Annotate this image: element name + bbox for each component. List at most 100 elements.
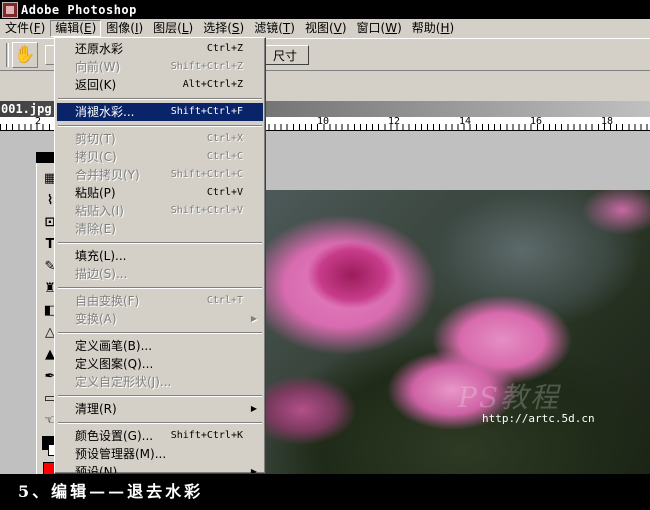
document-title: 001.jpg <box>1 102 52 116</box>
menu-separator <box>57 328 263 337</box>
tutorial-caption: 5、编辑——退去水彩 <box>0 474 650 510</box>
menu-label: 图像( <box>106 21 135 35</box>
menu-label-end: ) <box>188 21 194 35</box>
submenu-arrow-icon: ▶ <box>250 404 257 413</box>
menu-separator <box>57 94 263 103</box>
watermark-text: PS教程 <box>458 381 561 414</box>
size-button[interactable]: 尺寸 <box>261 45 309 65</box>
edit-menu-item[interactable]: 定义画笔(B)... <box>57 337 263 355</box>
menu-mnemonic: E <box>83 21 92 35</box>
edit-menu-item[interactable]: 清理(R) ▶ <box>57 400 263 418</box>
watermark-url: http://artc.5d.cn <box>482 412 595 425</box>
menu-label-end: ) <box>91 21 97 35</box>
edit-menu-item[interactable]: 消褪水彩... Shift+Ctrl+F <box>57 103 263 121</box>
menu-s[interactable]: 选择(S) <box>198 20 249 37</box>
edit-menu-item[interactable]: 预设(N) ▶ <box>57 463 263 474</box>
menu-item-shortcut: Shift+Ctrl+C <box>170 169 243 180</box>
edit-menu-item: 描边(S)... <box>57 265 263 283</box>
edit-menu-item[interactable]: 填充(L)... <box>57 247 263 265</box>
edit-menu-item: 粘贴入(I) Shift+Ctrl+V <box>57 202 263 220</box>
menu-item-label: 剪切(T) <box>75 132 116 146</box>
menu-item-label: 变换(A) <box>75 312 117 326</box>
menu-item-label: 合并拷贝(Y) <box>75 168 140 182</box>
menu-item-shortcut: Shift+Ctrl+V <box>170 205 243 216</box>
menu-item-label: 预设(N) <box>75 465 118 474</box>
edit-menu-item: 清除(E) <box>57 220 263 238</box>
menu-label: 编辑( <box>55 21 84 35</box>
menu-item-label: 向前(W) <box>75 60 121 74</box>
menu-item-shortcut: Alt+Ctrl+Z <box>182 79 243 90</box>
ruler-number: 10 <box>317 117 330 127</box>
menu-item-label: 填充(L)... <box>75 249 127 263</box>
menu-item-label: 清除(E) <box>75 222 116 236</box>
menu-label-end: ) <box>397 21 402 35</box>
menu-mnemonic: L <box>181 21 189 35</box>
edit-menu-item: 合并拷贝(Y) Shift+Ctrl+C <box>57 166 263 184</box>
menu-item-shortcut: Shift+Ctrl+Z <box>170 61 243 72</box>
edit-menu-item[interactable]: 返回(K) Alt+Ctrl+Z <box>57 76 263 94</box>
menu-t[interactable]: 滤镜(T) <box>249 20 300 37</box>
menu-item-label: 自由变换(F) <box>75 294 140 308</box>
edit-menu-item: 定义自定形状(J)... <box>57 373 263 391</box>
menu-label-end: ) <box>290 21 295 35</box>
edit-menu-item: 拷贝(C) Ctrl+C <box>57 148 263 166</box>
submenu-arrow-icon: ▶ <box>250 467 257 474</box>
menu-label: 窗口( <box>356 21 386 35</box>
ruler-number: 16 <box>530 117 543 127</box>
menu-item-shortcut: Ctrl+V <box>206 187 243 198</box>
menu-item-label: 粘贴(P) <box>75 186 116 200</box>
menu-item-label: 清理(R) <box>75 402 117 416</box>
menu-item-label: 预设管理器(M)... <box>75 447 167 461</box>
menu-item-shortcut: Ctrl+T <box>206 295 243 306</box>
ruler-number: 18 <box>601 117 614 127</box>
menu-item-label: 颜色设置(G)... <box>75 429 154 443</box>
menu-item-shortcut: Ctrl+X <box>206 133 243 144</box>
menu-bar: 文件(F) 编辑(E) 图像(I) 图层(L) 选择(S) 滤镜(T) 视图(V) 窗口(W)… <box>0 19 650 38</box>
menu-item-label: 定义图案(Q)... <box>75 357 154 371</box>
menu-w[interactable]: 窗口(W) <box>352 20 407 37</box>
window-title: Adobe Photoshop <box>21 2 137 17</box>
edit-menu-item[interactable]: 粘贴(P) Ctrl+V <box>57 184 263 202</box>
menu-separator <box>57 238 263 247</box>
menu-label-end: ) <box>138 21 144 35</box>
menu-e[interactable]: 编辑(E) <box>50 20 102 37</box>
submenu-arrow-icon: ▶ <box>250 314 257 323</box>
menu-item-shortcut: Shift+Ctrl+K <box>170 430 243 441</box>
menu-label: 图层( <box>153 21 182 35</box>
edit-menu-item: 自由变换(F) Ctrl+T <box>57 292 263 310</box>
menu-mnemonic: W <box>385 21 398 35</box>
canvas-image[interactable]: PS教程 http://artc.5d.cn <box>262 190 650 474</box>
title-bar: Adobe Photoshop <box>0 0 650 19</box>
edit-menu-item[interactable]: 预设管理器(M)... <box>57 445 263 463</box>
menu-label-end: ) <box>341 21 347 35</box>
menu-v[interactable]: 视图(V) <box>300 20 352 37</box>
menu-item-label: 定义画笔(B)... <box>75 339 153 353</box>
menu-i[interactable]: 图像(I) <box>101 20 148 37</box>
menu-f[interactable]: 文件(F) <box>0 20 50 37</box>
menu-label: 选择( <box>203 21 232 35</box>
edit-menu-item[interactable]: 颜色设置(G)... Shift+Ctrl+K <box>57 427 263 445</box>
menu-item-label: 消褪水彩... <box>75 105 135 119</box>
menu-label: 文件( <box>5 21 34 35</box>
photoshop-app-icon <box>2 1 18 18</box>
menu-item-shortcut: Ctrl+C <box>206 151 243 162</box>
menu-item-label: 拷贝(C) <box>75 150 117 164</box>
menu-label: 滤镜( <box>254 21 283 35</box>
menu-mnemonic: S <box>231 21 240 35</box>
menu-item-shortcut: Shift+Ctrl+F <box>170 106 243 117</box>
menu-separator <box>57 391 263 400</box>
menu-h[interactable]: 帮助(H) <box>407 20 459 37</box>
menu-mnemonic: F <box>33 21 41 35</box>
edit-menu-item[interactable]: 定义图案(Q)... <box>57 355 263 373</box>
toolbar-grip[interactable] <box>6 43 9 67</box>
menu-l[interactable]: 图层(L) <box>148 20 198 37</box>
edit-menu-item: 向前(W) Shift+Ctrl+Z <box>57 58 263 76</box>
ruler-number: 14 <box>459 117 472 127</box>
ruler-number: 12 <box>388 117 401 127</box>
hand-tool-icon[interactable]: ✋ <box>12 42 38 68</box>
edit-menu-item[interactable]: 还原水彩 Ctrl+Z <box>57 40 263 58</box>
menu-item-label: 定义自定形状(J)... <box>75 375 172 389</box>
menu-separator <box>57 418 263 427</box>
ruler-number: 2 <box>35 117 42 127</box>
menu-label-end: ) <box>40 21 46 35</box>
